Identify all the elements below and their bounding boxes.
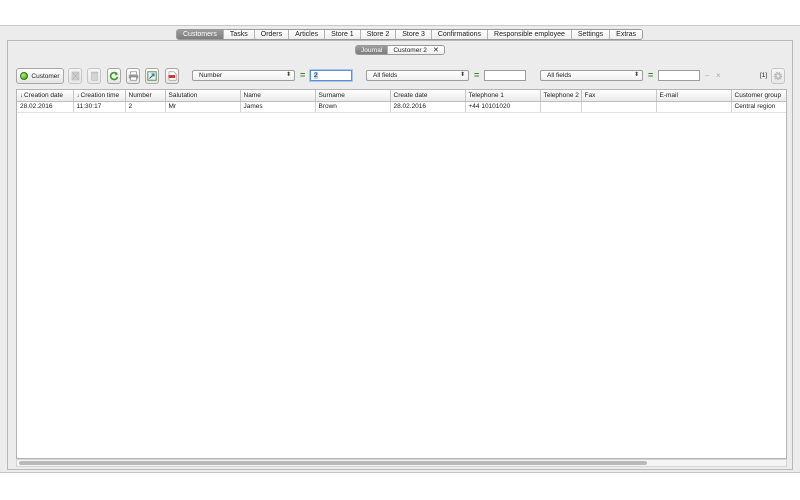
delete-button[interactable] <box>68 68 82 84</box>
cell-email <box>656 101 732 113</box>
filter-value-input-1[interactable]: 2 <box>310 70 352 81</box>
chevron-updown-icon: ⬍ <box>285 72 291 78</box>
table-settings-button[interactable] <box>771 68 785 84</box>
column-header-surname[interactable]: Surname <box>315 90 391 102</box>
sub-tab-journal-label: Journal <box>361 46 383 54</box>
add-icon <box>20 72 29 80</box>
column-header-telephone-2[interactable]: Telephone 2 <box>540 90 582 102</box>
cell-customer-group: Central region <box>731 101 786 113</box>
column-header-customer-group[interactable]: Customer group <box>731 90 786 102</box>
gear-icon <box>773 71 783 81</box>
tab-customers[interactable]: Customers <box>177 30 224 39</box>
equals-sign: = <box>474 70 480 80</box>
filter-field-select-2[interactable]: All fields ⬍ <box>366 70 469 81</box>
refresh-icon <box>109 71 119 81</box>
horizontal-scrollbar[interactable] <box>16 459 787 467</box>
table-row[interactable]: 28.02.2016 11:30:17 2 Mr James Brown 28.… <box>17 101 786 113</box>
close-icon[interactable]: ✕ <box>433 46 439 54</box>
column-header-telephone-1[interactable]: Telephone 1 <box>465 90 541 102</box>
pdf-icon <box>168 71 176 81</box>
column-header-fax[interactable]: Fax <box>581 90 657 102</box>
range-dash: – <box>705 71 710 80</box>
trash-icon <box>90 71 98 81</box>
sub-tab-customer-2-label: Customer 2 <box>393 46 427 54</box>
delete-icon <box>71 71 79 81</box>
clear-filter-icon[interactable]: × <box>716 70 721 81</box>
column-header-label: Creation time <box>80 91 120 99</box>
filter-field-select-3[interactable]: All fields ⬍ <box>540 70 643 81</box>
column-header-email[interactable]: E-mail <box>656 90 732 102</box>
export-button[interactable] <box>145 68 159 84</box>
table-header-row: ↓Creation date ↓Creation time Number Sal… <box>17 90 786 102</box>
tab-extras[interactable]: Extras <box>610 30 642 39</box>
chevron-updown-icon: ⬍ <box>633 72 639 78</box>
main-tab-bar: Customers Tasks Orders Articles Store 1 … <box>176 29 643 40</box>
equals-sign: = <box>300 70 306 80</box>
cell-surname: Brown <box>315 101 391 113</box>
tab-articles[interactable]: Articles <box>289 30 326 39</box>
cell-creation-date: 28.02.2016 <box>17 101 74 113</box>
chevron-updown-icon: ⬍ <box>459 72 465 78</box>
export-icon <box>147 71 157 81</box>
filter-value-input-2[interactable] <box>484 70 526 81</box>
sort-down-icon: ↓ <box>20 92 23 99</box>
column-header-creation-time[interactable]: ↓Creation time <box>73 90 126 102</box>
pdf-button[interactable] <box>165 68 179 84</box>
refresh-button[interactable] <box>107 68 121 84</box>
column-header-create-date[interactable]: Create date <box>390 90 466 102</box>
tab-confirmations[interactable]: Confirmations <box>431 30 489 39</box>
tab-orders[interactable]: Orders <box>254 30 290 39</box>
column-header-salutation[interactable]: Salutation <box>165 90 241 102</box>
filter-field-2-value: All fields <box>373 72 398 79</box>
column-header-name[interactable]: Name <box>240 90 316 102</box>
filter-field-3-value: All fields <box>547 72 572 79</box>
cell-salutation: Mr <box>165 101 241 113</box>
filter-field-select-1[interactable]: Number ⬍ <box>192 70 295 81</box>
tab-store-1[interactable]: Store 1 <box>325 30 361 39</box>
print-button[interactable] <box>126 68 140 84</box>
tab-tasks[interactable]: Tasks <box>223 30 255 39</box>
tab-store-3[interactable]: Store 3 <box>396 30 432 39</box>
trash-button[interactable] <box>87 68 101 84</box>
tab-responsible-employee[interactable]: Responsible employee <box>488 30 572 39</box>
scrollbar-thumb[interactable] <box>19 461 647 465</box>
tab-settings[interactable]: Settings <box>571 30 611 39</box>
filter-field-1-value: Number <box>199 72 223 79</box>
filter-value-1-text: 2 <box>314 72 318 79</box>
cell-telephone-1: +44 10101020 <box>465 101 541 113</box>
cell-telephone-2 <box>540 101 582 113</box>
equals-sign: = <box>648 70 654 80</box>
content-panel: Journal Customer 2 ✕ Customer Number ⬍ =… <box>7 40 793 470</box>
page-count: [1] <box>760 72 768 79</box>
filter-value-input-3[interactable] <box>658 70 700 81</box>
app-window: Customers Tasks Orders Articles Store 1 … <box>0 25 800 473</box>
toolbar: Customer Number ⬍ = 2 All fields ⬍ = All… <box>8 67 794 89</box>
sub-tab-bar: Journal Customer 2 ✕ <box>355 45 445 55</box>
add-customer-button[interactable]: Customer <box>16 68 64 84</box>
cell-create-date: 28.02.2016 <box>390 101 466 113</box>
cell-number: 2 <box>125 101 166 113</box>
cell-creation-time: 11:30:17 <box>73 101 126 113</box>
add-customer-label: Customer <box>31 72 60 80</box>
sort-down-icon: ↓ <box>76 92 80 99</box>
tab-store-2[interactable]: Store 2 <box>360 30 397 39</box>
column-header-number[interactable]: Number <box>125 90 166 102</box>
cell-fax <box>581 101 657 113</box>
column-header-creation-date[interactable]: ↓Creation date <box>17 90 74 102</box>
print-icon <box>128 71 138 81</box>
cell-name: James <box>240 101 316 113</box>
customer-table: ↓Creation date ↓Creation time Number Sal… <box>16 89 787 459</box>
sub-tab-customer-2[interactable]: Customer 2 ✕ <box>388 46 444 54</box>
sub-tab-journal[interactable]: Journal <box>356 46 389 54</box>
column-header-label: Creation date <box>24 91 64 99</box>
